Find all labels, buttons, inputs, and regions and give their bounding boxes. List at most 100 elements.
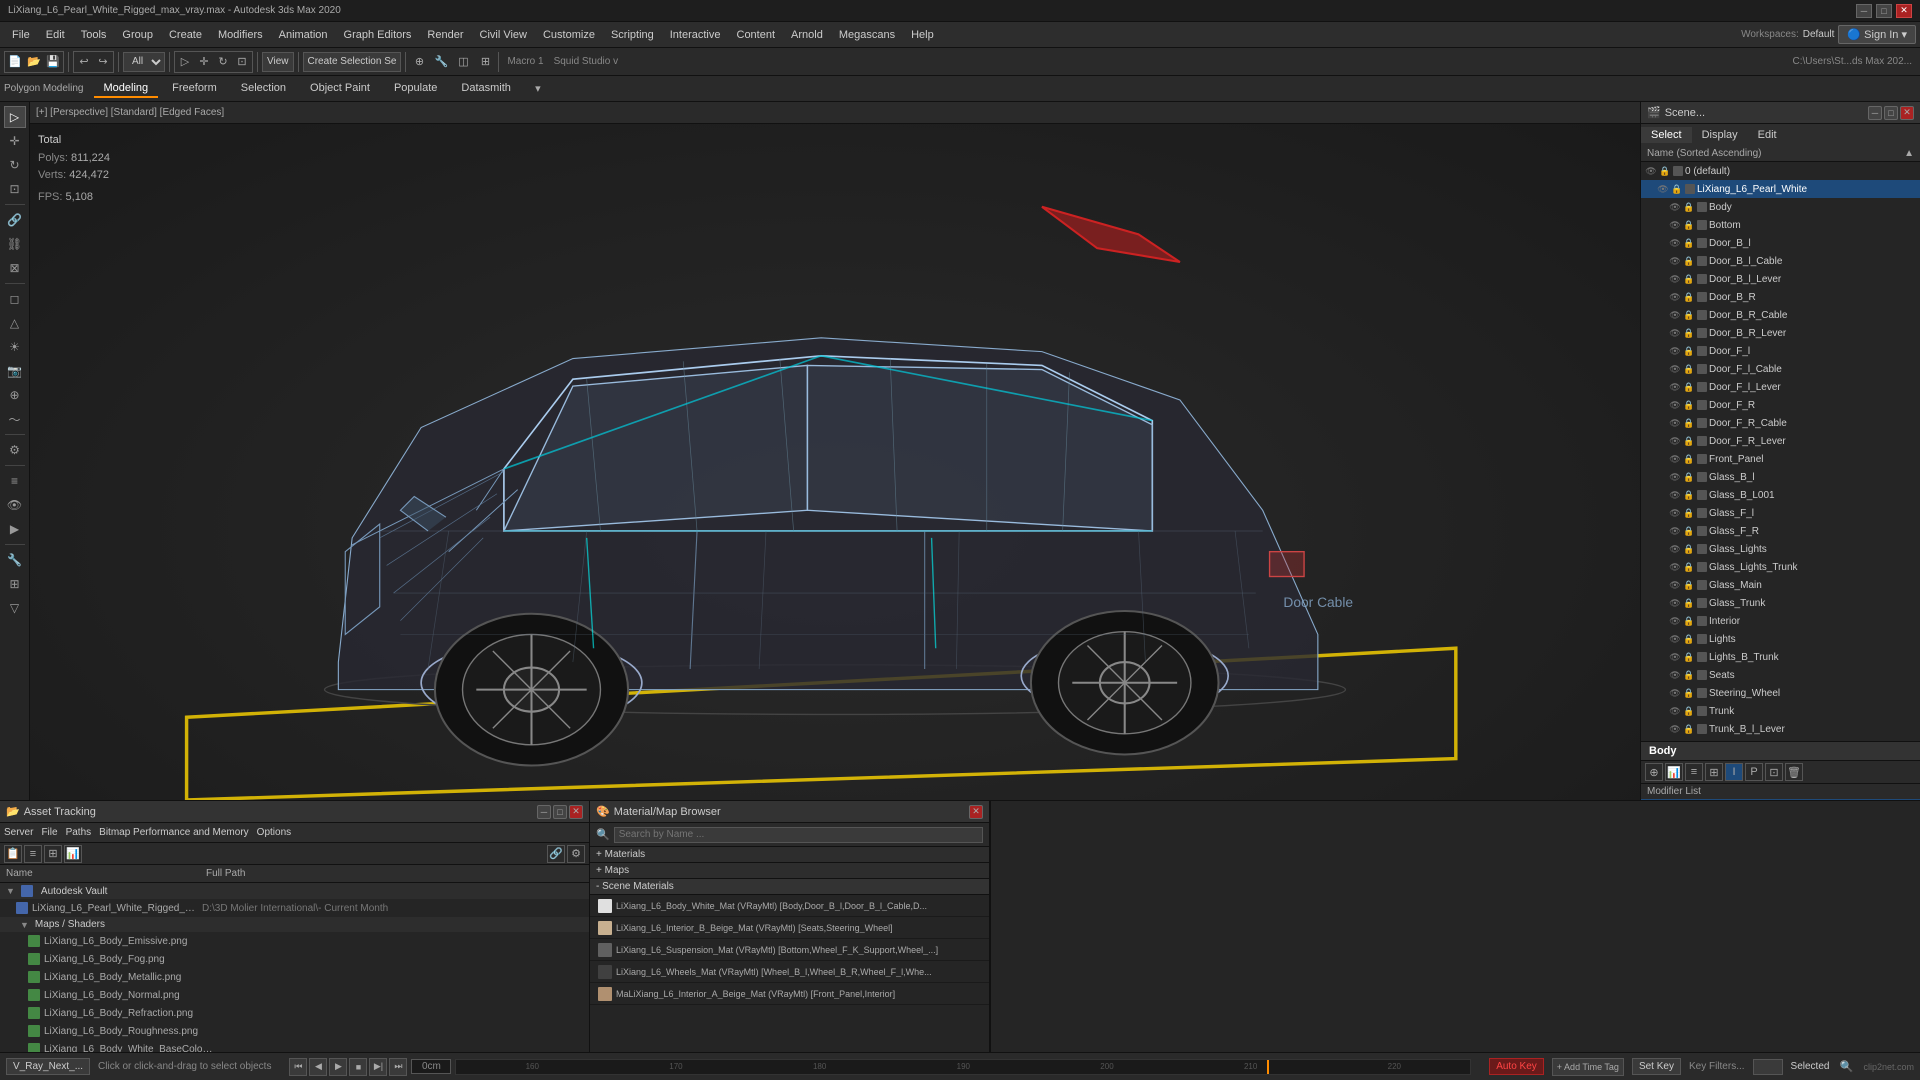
scene-eye-icon[interactable]: 👁: [1669, 453, 1681, 465]
scene-eye-icon[interactable]: 👁: [1669, 273, 1681, 285]
scene-lock-icon[interactable]: 🔒: [1683, 327, 1695, 339]
create-selection-btn[interactable]: Create Selection Se: [303, 52, 402, 72]
asset-group-maps[interactable]: ▼ Maps / Shaders: [0, 917, 589, 932]
scene-eye-icon[interactable]: 👁: [1669, 381, 1681, 393]
set-key-button[interactable]: Set Key: [1632, 1058, 1681, 1075]
scale-icon[interactable]: ⊡: [233, 53, 251, 71]
asset-menu-server[interactable]: Server: [4, 827, 33, 838]
scene-eye-icon[interactable]: 👁: [1669, 561, 1681, 573]
open-icon[interactable]: 📂: [25, 53, 43, 71]
scene-list-item[interactable]: 👁 🔒 Bottom: [1641, 216, 1920, 234]
mat-row-1[interactable]: LiXiang_L6_Interior_B_Beige_Mat (VRayMtl…: [590, 917, 989, 939]
menu-render[interactable]: Render: [419, 27, 471, 43]
move-icon[interactable]: ✛: [195, 53, 213, 71]
asset-tb-icon2[interactable]: ≡: [24, 845, 42, 863]
scene-eye-icon[interactable]: 👁: [1669, 471, 1681, 483]
scene-eye-icon[interactable]: 👁: [1669, 525, 1681, 537]
timeline[interactable]: 160170180190200210220: [455, 1059, 1471, 1075]
tool-select[interactable]: ▷: [4, 106, 26, 128]
tab-object-paint[interactable]: Object Paint: [300, 80, 380, 98]
mat-row-4[interactable]: MaLiXiang_L6_Interior_A_Beige_Mat (VRayM…: [590, 983, 989, 1005]
mat-close-btn[interactable]: ✕: [969, 805, 983, 819]
scene-list-item[interactable]: 👁 🔒 Door_B_R: [1641, 288, 1920, 306]
scene-restore-btn[interactable]: □: [1884, 106, 1898, 120]
menu-group[interactable]: Group: [114, 27, 161, 43]
asset-tb-icon3[interactable]: ⊞: [44, 845, 62, 863]
scene-list-item[interactable]: 👁 🔒 Steering_Wheel: [1641, 684, 1920, 702]
asset-tb-icon1[interactable]: 📋: [4, 845, 22, 863]
menu-animation[interactable]: Animation: [271, 27, 336, 43]
select-icon[interactable]: ▷: [176, 53, 194, 71]
scene-list-item[interactable]: 👁 🔒 Glass_B_L001: [1641, 486, 1920, 504]
menu-file[interactable]: File: [4, 27, 38, 43]
tool-wire[interactable]: ⊞: [4, 573, 26, 595]
scene-list-item[interactable]: 👁 🔒 Lights: [1641, 630, 1920, 648]
mod-toolbar-icon4[interactable]: ⊞: [1705, 763, 1723, 781]
scene-eye-icon[interactable]: 👁: [1669, 687, 1681, 699]
asset-row-normal[interactable]: LiXiang_L6_Body_Normal.png: [0, 986, 589, 1004]
mod-toolbar-icon3[interactable]: ≡: [1685, 763, 1703, 781]
scene-eye-icon[interactable]: 👁: [1669, 219, 1681, 231]
scene-lock-icon[interactable]: 🔒: [1683, 309, 1695, 321]
magnet-icon[interactable]: 🔧: [432, 53, 450, 71]
scene-eye-icon[interactable]: 👁: [1669, 201, 1681, 213]
tool-move[interactable]: ✛: [4, 130, 26, 152]
tool-link[interactable]: 🔗: [4, 209, 26, 231]
scene-lock-icon[interactable]: 🔒: [1683, 669, 1695, 681]
asset-row-emissive[interactable]: LiXiang_L6_Body_Emissive.png: [0, 932, 589, 950]
save-icon[interactable]: 💾: [44, 53, 62, 71]
mat-row-2[interactable]: LiXiang_L6_Suspension_Mat (VRayMtl) [Bot…: [590, 939, 989, 961]
redo-icon[interactable]: ↪: [94, 53, 112, 71]
scene-list-item[interactable]: 👁 🔒 Trunk_B_l_Lever00: [1641, 738, 1920, 741]
scene-lock-icon[interactable]: 🔒: [1683, 399, 1695, 411]
new-scene-icon[interactable]: 📄: [6, 53, 24, 71]
scene-lock-icon[interactable]: 🔒: [1683, 579, 1695, 591]
scene-list-item[interactable]: 👁 🔒 Door_F_l_Lever: [1641, 378, 1920, 396]
scene-eye-icon[interactable]: 👁: [1669, 507, 1681, 519]
scene-lock-icon[interactable]: 🔒: [1683, 651, 1695, 663]
scene-eye-icon[interactable]: 👁: [1669, 633, 1681, 645]
scene-lock-icon[interactable]: 🔒: [1683, 489, 1695, 501]
restore-button[interactable]: □: [1876, 4, 1892, 18]
scene-list-item[interactable]: 👁 🔒 Seats: [1641, 666, 1920, 684]
scene-lock-icon[interactable]: 🔒: [1659, 165, 1671, 177]
scene-eye-icon[interactable]: 👁: [1669, 291, 1681, 303]
tab-selection[interactable]: Selection: [231, 80, 296, 98]
asset-row-fog[interactable]: LiXiang_L6_Body_Fog.png: [0, 950, 589, 968]
tool-helper[interactable]: ⊕: [4, 384, 26, 406]
mat-section-maps[interactable]: + Maps: [590, 863, 989, 879]
mat-row-0[interactable]: LiXiang_L6_Body_White_Mat (VRayMtl) [Bod…: [590, 895, 989, 917]
tool-space-warp[interactable]: 〜: [4, 408, 26, 430]
tab-edit[interactable]: Edit: [1748, 127, 1787, 143]
tool-shape[interactable]: △: [4, 312, 26, 334]
search-icon-status[interactable]: 🔍: [1837, 1058, 1855, 1076]
scene-lock-icon[interactable]: 🔒: [1683, 597, 1695, 609]
scene-eye-icon[interactable]: 👁: [1645, 165, 1657, 177]
scene-lock-icon[interactable]: 🔒: [1671, 183, 1683, 195]
scene-list-item[interactable]: 👁 🔒 Door_B_R_Lever: [1641, 324, 1920, 342]
mirror-icon[interactable]: ◫: [454, 53, 472, 71]
scene-list-item[interactable]: 👁 🔒 Glass_B_l: [1641, 468, 1920, 486]
scene-lock-icon[interactable]: 🔒: [1683, 561, 1695, 573]
tool-camera[interactable]: 📷: [4, 360, 26, 382]
anim-play[interactable]: ▶: [329, 1058, 347, 1076]
key-filters-label[interactable]: Key Filters...: [1689, 1061, 1745, 1072]
scene-lock-icon[interactable]: 🔒: [1683, 615, 1695, 627]
asset-row-metallic[interactable]: LiXiang_L6_Body_Metallic.png: [0, 968, 589, 986]
asset-menu-file[interactable]: File: [41, 827, 57, 838]
scene-list-item[interactable]: 👁 🔒 Lights_B_Trunk: [1641, 648, 1920, 666]
add-time-tag-btn[interactable]: + Add Time Tag: [1552, 1058, 1624, 1076]
anim-go-start[interactable]: ⏮: [289, 1058, 307, 1076]
scene-eye-icon[interactable]: 👁: [1669, 309, 1681, 321]
scene-lock-icon[interactable]: 🔒: [1683, 543, 1695, 555]
scene-eye-icon[interactable]: 👁: [1669, 651, 1681, 663]
scene-close-btn[interactable]: ✕: [1900, 106, 1914, 120]
menu-help[interactable]: Help: [903, 27, 942, 43]
scene-list-item[interactable]: 👁 🔒 Glass_Trunk: [1641, 594, 1920, 612]
scene-eye-icon[interactable]: 👁: [1669, 615, 1681, 627]
tab-display[interactable]: Display: [1692, 127, 1748, 143]
asset-row-refraction[interactable]: LiXiang_L6_Body_Refraction.png: [0, 1004, 589, 1022]
scene-lock-icon[interactable]: 🔒: [1683, 705, 1695, 717]
menu-content[interactable]: Content: [729, 27, 784, 43]
scene-eye-icon[interactable]: 👁: [1669, 705, 1681, 717]
